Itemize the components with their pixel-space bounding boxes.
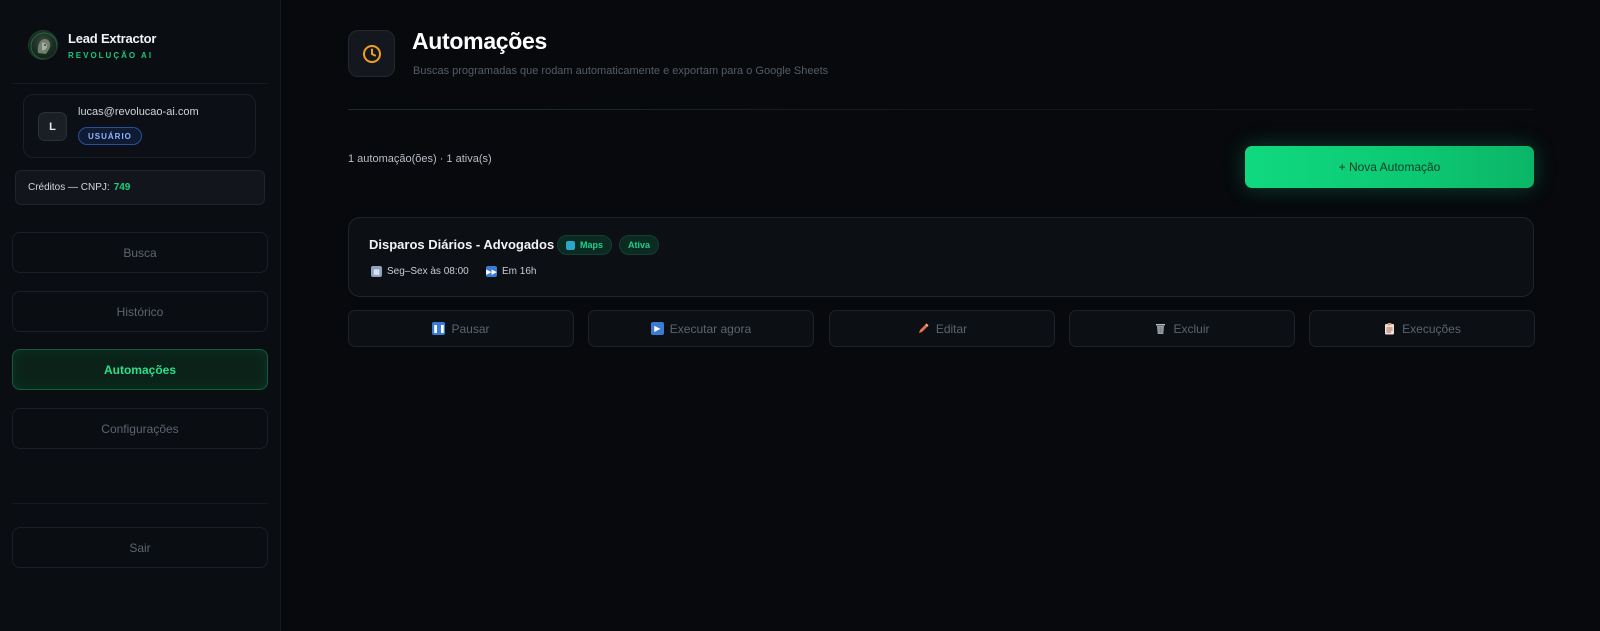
nav-historico[interactable]: Histórico [12,291,268,332]
pencil-icon [917,322,930,335]
calendar-icon: ▦ [371,266,382,277]
nav-automacoes[interactable]: Automações [12,349,268,390]
run-now-button[interactable]: ▶ Executar agora [588,310,814,347]
avatar: L [38,112,67,141]
edit-label: Editar [935,321,968,336]
sidebar: Lead Extractor REVOLUÇÃO AI L lucas@revo… [0,0,281,631]
executions-label: Execuções [1402,321,1461,336]
page-title: Automações [412,28,548,54]
sidebar-divider [12,503,268,504]
automation-card[interactable]: Disparos Diários - Advogados Maps Ativa … [348,217,1534,297]
header-icon-box [348,30,395,77]
next-run-text: Em 16h [502,266,537,277]
role-badge: USUÁRIO [78,127,142,145]
user-email: lucas@revolucao-ai.com [78,106,199,118]
logout-button[interactable]: Sair [12,527,268,568]
schedule-info: ▦ Seg–Sex às 08:00 [371,266,469,277]
edit-button[interactable]: Editar [829,310,1055,347]
automation-name: Disparos Diários - Advogados [369,237,555,252]
pause-icon: ❚❚ [432,322,446,335]
page-subtitle: Buscas programadas que rodam automaticam… [413,65,829,77]
credits-label: Créditos — CNPJ: [28,182,110,193]
trash-icon [1154,322,1167,335]
clock-icon [362,44,381,63]
run-now-label: Executar agora [669,321,752,336]
next-run-info: ▶▶ Em 16h [486,266,536,277]
brand[interactable]: Lead Extractor REVOLUÇÃO AI [28,30,156,60]
nav-busca[interactable]: Busca [12,232,268,273]
user-card: L lucas@revolucao-ai.com USUÁRIO [23,94,256,158]
pause-label: Pausar [451,321,490,336]
credits-value: 749 [113,182,131,193]
pause-button[interactable]: ❚❚ Pausar [348,310,574,347]
credits-box: Créditos — CNPJ: 749 [15,170,265,205]
schedule-text: Seg–Sex às 08:00 [387,266,469,277]
brand-subtitle: REVOLUÇÃO AI [68,50,154,60]
executions-button[interactable]: Execuções [1309,310,1535,347]
fast-forward-icon: ▶▶ [486,266,497,277]
map-icon [566,240,575,250]
nav-configuracoes[interactable]: Configurações [12,408,268,449]
header-divider [348,109,1534,110]
source-tag: Maps [557,235,613,255]
sidebar-divider [12,83,268,84]
delete-button[interactable]: Excluir [1069,310,1295,347]
clipboard-icon [1383,322,1396,335]
new-automation-button[interactable]: + Nova Automação [1245,146,1534,188]
delete-label: Excluir [1173,321,1210,336]
source-tag-label: Maps [580,240,604,250]
status-badge: Ativa [619,235,660,255]
play-icon: ▶ [650,322,664,335]
brand-title: Lead Extractor [68,30,157,46]
lion-logo-icon [28,30,58,60]
automation-summary: 1 automação(ões) · 1 ativa(s) [348,153,492,165]
